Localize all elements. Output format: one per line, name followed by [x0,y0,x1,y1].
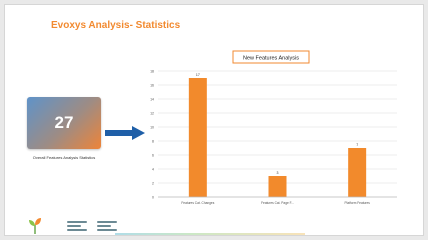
y-tick-label: 16 [150,84,154,88]
slide: Evoxys Analysis- Statistics 27 Overall F… [4,4,424,236]
y-tick-label: 10 [150,126,154,130]
y-tick-label: 8 [152,140,154,144]
bar [268,176,287,197]
bar [188,78,207,197]
y-tick-label: 12 [150,112,154,116]
bar [348,148,367,197]
partner-logo [67,219,87,233]
chart-title: New Features Analysis [243,56,299,62]
y-tick-label: 4 [152,168,154,172]
partner-logo [97,219,117,233]
x-tick-label: Features Cat. Page F... [261,201,294,205]
y-tick-label: 18 [150,70,154,74]
y-tick-label: 0 [152,196,154,200]
y-tick-label: 2 [152,182,154,186]
bar-chart: New Features Analysis 0 2 4 6 8 10 12 14 16 18 17 Fe… [150,50,397,205]
footer-bar [115,233,305,235]
sprout-logo-icon [29,218,41,234]
x-tick-label: Features Cat. Changes [181,201,214,205]
data-label: 3 [277,171,279,175]
y-tick-label: 14 [150,98,154,102]
data-label: 7 [356,143,358,147]
y-tick-label: 6 [152,154,154,158]
footer [5,215,423,235]
data-label: 17 [196,73,200,77]
x-tick-label: Platform Features [344,201,370,205]
